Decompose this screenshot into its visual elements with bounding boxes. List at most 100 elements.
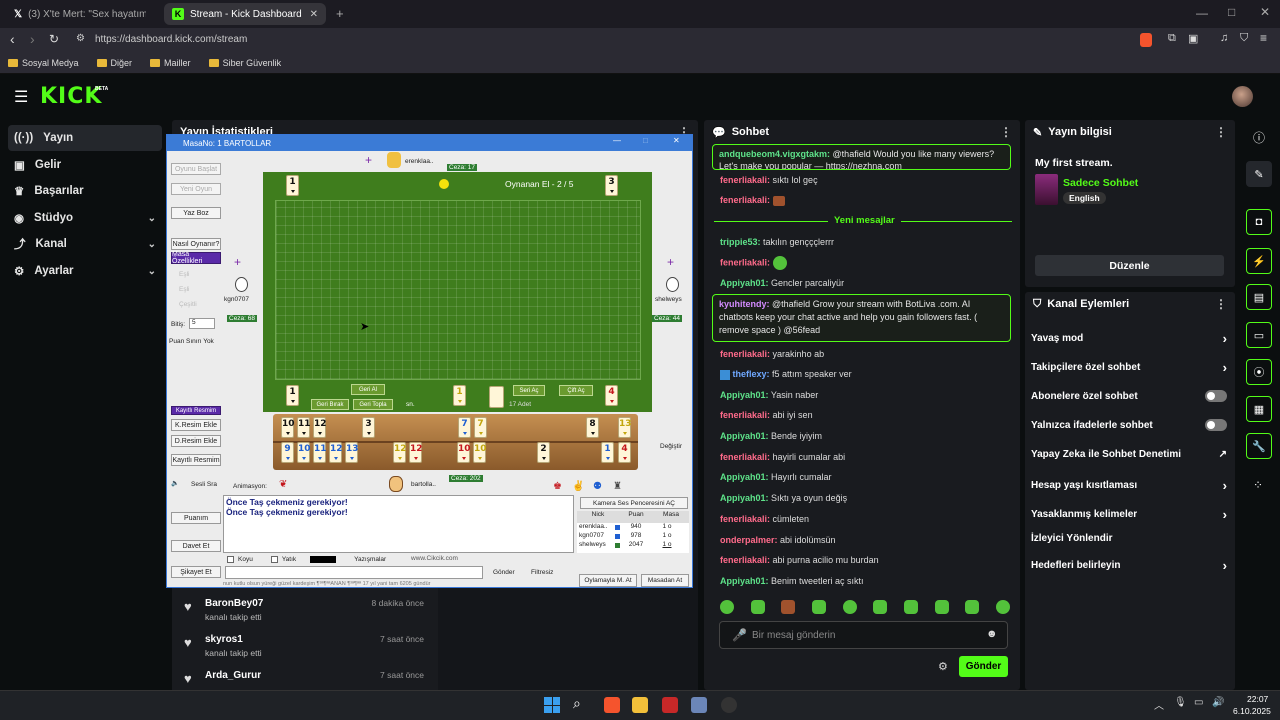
rack-tile[interactable]: 10: [473, 442, 487, 463]
new-game-button[interactable]: Yeni Oyun: [171, 183, 221, 195]
add-picture-button[interactable]: K.Resim Ekle: [171, 419, 221, 431]
clock-time[interactable]: 22:07: [1247, 694, 1268, 704]
obs-icon[interactable]: [721, 697, 737, 713]
rack-tile[interactable]: 10: [281, 417, 295, 438]
board-grid[interactable]: [275, 200, 641, 380]
rail-lightning-button[interactable]: ⚡: [1246, 248, 1272, 274]
sidebar-item-kanal[interactable]: ⤴ Kanal ⌄: [8, 231, 162, 257]
corner-tile[interactable]: 1: [286, 385, 299, 406]
file-explorer-icon[interactable]: [632, 697, 648, 713]
saved-picture-button[interactable]: Kayıtlı Resmim: [171, 406, 221, 415]
game-send-button[interactable]: Gönder: [493, 569, 515, 576]
close-icon[interactable]: ✕: [310, 9, 318, 20]
checkbox[interactable]: [227, 555, 234, 563]
sidebar-toggle-icon[interactable]: ▣: [1188, 32, 1198, 45]
chat-username[interactable]: fenerliakali:: [720, 555, 770, 565]
invite-button[interactable]: Davet Et: [171, 540, 221, 552]
sidebar-item-studyo[interactable]: ◉ Stüdyo ⌄: [8, 205, 162, 231]
bookmark-folder[interactable]: Sosyal Medya: [8, 58, 79, 68]
menu-icon[interactable]: ≡: [1260, 31, 1267, 45]
kick-from-table-button[interactable]: Masadan At: [641, 574, 689, 587]
category-link[interactable]: Sadece Sohbet: [1063, 177, 1138, 189]
gift-icon[interactable]: ⚉: [593, 481, 602, 492]
chat-username[interactable]: fenerliakali:: [720, 410, 770, 420]
more-icon[interactable]: ⋮: [1000, 125, 1012, 139]
emoji-icon[interactable]: ☻: [986, 628, 998, 640]
extensions-icon[interactable]: ⧉: [1168, 32, 1176, 45]
clock-date[interactable]: 6.10.2025: [1233, 706, 1271, 716]
gift-icon[interactable]: ♜: [613, 481, 622, 492]
chat-input[interactable]: Bir mesaj gönderin: [752, 630, 835, 641]
rack-tile[interactable]: 13: [345, 442, 359, 463]
rack-tile[interactable]: 1: [601, 442, 614, 463]
toggle-switch[interactable]: [1205, 390, 1227, 402]
game-chat-input[interactable]: [225, 566, 483, 579]
option-checkbox[interactable]: Eşli: [179, 286, 189, 293]
action-goals[interactable]: Hedefleri belirleyin ›: [1031, 558, 1227, 573]
player-name[interactable]: erenklaa..: [405, 158, 434, 165]
rack-tile[interactable]: 11: [297, 417, 311, 438]
rail-clipboard-button[interactable]: ▤: [1246, 284, 1272, 310]
player-name[interactable]: shelweys: [655, 296, 682, 303]
rack-tile[interactable]: 7: [474, 417, 487, 438]
score-row[interactable]: kgn0707 978 1 o: [577, 532, 689, 541]
emote-icon[interactable]: [873, 600, 888, 614]
player-name[interactable]: bartolla..: [411, 481, 436, 488]
action-subscribers-only[interactable]: Abonelere özel sohbet: [1031, 390, 1227, 402]
complain-button[interactable]: Şikayet Et: [171, 566, 221, 578]
chat-username[interactable]: Appiyah01:: [720, 576, 769, 586]
speaker-icon[interactable]: 🔈: [171, 479, 179, 487]
windows-start-icon[interactable]: [544, 697, 560, 713]
return-button[interactable]: Geri Bırak: [311, 399, 349, 410]
emote-icon[interactable]: [903, 600, 918, 614]
action-ai-moderation[interactable]: Yapay Zeka ile Sohbet Denetimi ↗: [1031, 449, 1227, 460]
rail-broadcast-button[interactable]: ⦿: [1246, 359, 1272, 385]
maximize-icon[interactable]: □: [643, 136, 648, 145]
chat-username[interactable]: fenerliakali:: [720, 452, 770, 462]
more-icon[interactable]: ⋮: [1215, 125, 1227, 139]
rack-tile[interactable]: 13: [618, 417, 632, 438]
minimize-icon[interactable]: —: [613, 136, 621, 145]
sidebar-item-basarilar[interactable]: ♛ Başarılar: [8, 178, 162, 204]
corner-tile[interactable]: 1: [286, 175, 299, 196]
emote-icon[interactable]: [781, 600, 796, 614]
sidebar-item-ayarlar[interactable]: ⚙ Ayarlar ⌄: [8, 258, 162, 284]
open-series-button[interactable]: Seri Aç: [513, 385, 545, 396]
emote-icon[interactable]: [934, 600, 949, 614]
brave-shield-icon[interactable]: [1140, 33, 1152, 47]
chat-username[interactable]: fenerliakali:: [720, 175, 770, 185]
hamburger-icon[interactable]: ☰: [14, 87, 28, 107]
table-settings-button[interactable]: Masa Özellikleri: [171, 251, 221, 265]
option-checkbox[interactable]: Çeşitli: [179, 301, 197, 308]
rail-edit-button[interactable]: ✎: [1246, 161, 1272, 187]
action-raid[interactable]: İzleyici Yönlendir: [1031, 533, 1227, 544]
media-icon[interactable]: ♫: [1220, 32, 1228, 44]
collect-button[interactable]: Geri Topla: [353, 399, 393, 410]
filter-label[interactable]: Filtresiz: [531, 569, 553, 576]
site-info-icon[interactable]: ⚙: [76, 33, 85, 44]
action-account-age[interactable]: Hesap yaşı kısıtlaması ›: [1031, 478, 1227, 493]
cikcik-app-icon[interactable]: [691, 697, 707, 713]
rack-tile[interactable]: 3: [362, 417, 375, 438]
player-name[interactable]: kgn0707: [224, 296, 249, 303]
bookmark-folder[interactable]: Siber Güvenlik: [208, 58, 281, 68]
animation-icon[interactable]: ❦: [279, 479, 287, 490]
chat-username[interactable]: fenerliakali:: [720, 349, 770, 359]
emote-icon[interactable]: [995, 600, 1010, 614]
window-close-icon[interactable]: ✕: [1260, 5, 1270, 19]
volume-icon[interactable]: 🔊: [1212, 697, 1224, 708]
chat-username[interactable]: Appiyah01:: [720, 472, 769, 482]
add-picture-button[interactable]: D.Resim Ekle: [171, 435, 221, 447]
change-button[interactable]: Değiştir: [660, 443, 682, 450]
bookmark-folder[interactable]: Diğer: [96, 58, 132, 68]
emote-icon[interactable]: [720, 600, 734, 614]
add-player-icon[interactable]: +: [234, 255, 241, 269]
rail-chat-button[interactable]: ▭: [1246, 322, 1272, 348]
monitor-icon[interactable]: ▭: [1194, 697, 1203, 708]
how-to-play-button[interactable]: Nasıl Oynanır?: [171, 238, 221, 250]
rail-camera-button[interactable]: ◘: [1246, 209, 1272, 235]
chat-username[interactable]: Appiyah01:: [720, 431, 769, 441]
chat-username[interactable]: fenerliakali:: [720, 514, 770, 524]
tab-x[interactable]: 𝕏 (3) X'te Mert: "Sex hayatımızda h: [6, 3, 156, 25]
rack-tile[interactable]: 10: [457, 442, 471, 463]
